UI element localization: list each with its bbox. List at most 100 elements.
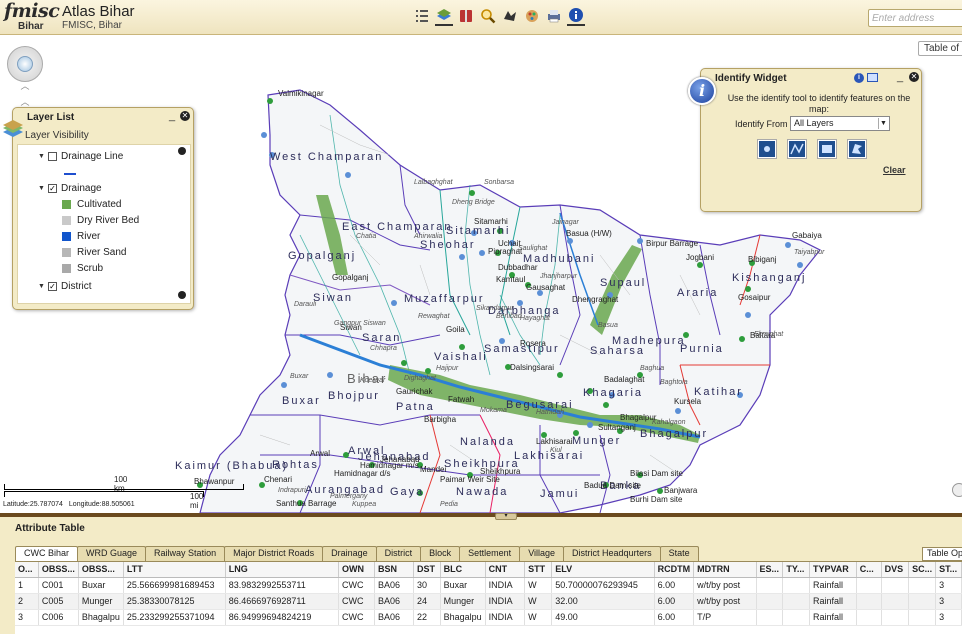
layer-visibility-label: Layer Visibility [25, 130, 89, 141]
table-cell: 30 [413, 577, 441, 594]
chevron-up-icon[interactable]: ︿ [17, 98, 33, 107]
polyline-tool-icon[interactable] [787, 139, 807, 159]
column-header[interactable]: ES... [756, 562, 784, 578]
layer-list-scrollbar[interactable] [178, 147, 186, 299]
point-tool-icon[interactable] [757, 139, 777, 159]
legend-swatch [62, 248, 71, 257]
overview-toggle-icon[interactable] [952, 483, 962, 497]
chevron-up-icon[interactable]: ︿ [17, 82, 33, 91]
close-icon[interactable]: ✕ [180, 111, 190, 121]
table-options-button[interactable]: Table Opt [922, 547, 962, 561]
column-header[interactable]: TYPVAR [809, 562, 857, 578]
layer-checkbox[interactable]: ✓ [48, 184, 57, 193]
tab-state[interactable]: State [659, 546, 699, 561]
table-cell [881, 577, 910, 594]
info-icon[interactable]: i [854, 73, 864, 83]
layer-tree: ▼ Drainage Line ▼ ✓ Drainage Cultivated … [17, 144, 191, 304]
polygon-tool-icon[interactable] [847, 139, 867, 159]
layer-row-drainage[interactable]: ▼ ✓ Drainage [38, 183, 102, 194]
scroll-up-icon[interactable] [178, 147, 186, 155]
table-cell: CWC [338, 593, 375, 610]
info-icon[interactable] [567, 6, 585, 26]
expand-arrow-icon[interactable]: ▼ [38, 283, 48, 290]
scroll-down-icon[interactable] [178, 291, 186, 299]
table-cell: 3 [935, 609, 962, 626]
legend-item: Scrub [62, 263, 103, 274]
expand-arrow-icon[interactable]: ▼ [38, 185, 48, 192]
column-header[interactable]: OBSS... [38, 562, 79, 578]
table-cell: 25.38330078125 [123, 593, 226, 610]
tab-cwc-bihar[interactable]: CWC Bihar [15, 546, 79, 561]
column-header[interactable]: RCDTM [654, 562, 695, 578]
collapse-handle-icon[interactable]: ▾ [495, 513, 517, 520]
chevron-down-icon[interactable]: ▼ [878, 118, 888, 129]
minimize-icon[interactable]: _ [169, 110, 175, 122]
legend-swatch [62, 264, 71, 273]
bookmark-icon[interactable] [457, 6, 475, 26]
column-header[interactable]: CNT [485, 562, 526, 578]
identify-from-select[interactable]: All Layers ▼ [790, 116, 890, 131]
tab-wrd-guage[interactable]: WRD Guage [77, 546, 147, 561]
table-row[interactable]: 3 C006 Bhagalpu 25.233299255371094 86.949996… [15, 609, 962, 626]
table-cell [856, 577, 882, 594]
table-cell [782, 593, 810, 610]
column-header[interactable]: LTT [123, 562, 226, 578]
pan-control[interactable] [7, 46, 43, 82]
table-cell: 22 [413, 609, 441, 626]
table-cell: Munger [440, 593, 486, 610]
column-header[interactable]: ST... [935, 562, 962, 578]
tab-drainage[interactable]: Drainage [322, 546, 377, 561]
measure-icon[interactable] [501, 6, 519, 26]
attribute-table-title: Attribute Table [15, 523, 85, 534]
layer-name: District [61, 281, 92, 292]
column-header[interactable]: C... [856, 562, 882, 578]
print-icon[interactable] [523, 6, 541, 26]
expand-arrow-icon[interactable]: ▼ [38, 153, 48, 160]
tab-settlement[interactable]: Settlement [459, 546, 521, 561]
layer-checkbox[interactable] [48, 152, 57, 161]
tab-district[interactable]: District [375, 546, 422, 561]
column-header[interactable]: ELV [551, 562, 655, 578]
column-header[interactable]: OBSS... [78, 562, 124, 578]
column-header[interactable]: O... [15, 562, 39, 578]
layer-row-district[interactable]: ▼ ✓ District [38, 281, 92, 292]
tab-district-headqurters[interactable]: District Headqurters [563, 546, 661, 561]
column-header[interactable]: SC... [908, 562, 937, 578]
tab-railway-station[interactable]: Railway Station [145, 546, 226, 561]
column-header[interactable]: STT [524, 562, 553, 578]
attribute-table-tabs: CWC Bihar WRD Guage Railway Station Major D… [15, 546, 699, 561]
tab-village[interactable]: Village [519, 546, 565, 561]
tab-block[interactable]: Block [420, 546, 461, 561]
layer-row-drainage-line[interactable]: ▼ Drainage Line [38, 151, 123, 162]
table-row[interactable]: 2 C005 Munger 25.38330078125 86.466697692871… [15, 593, 962, 610]
minimize-icon[interactable]: _ [897, 71, 903, 83]
pan-center-icon[interactable] [17, 56, 33, 72]
app-title: Atlas Bihar [62, 3, 135, 20]
table-cell [908, 577, 937, 594]
draw-icon[interactable] [545, 6, 563, 26]
rectangle-tool-icon[interactable] [817, 139, 837, 159]
table-row[interactable]: 1 C001 Buxar 25.566699981689453 83.983299255… [15, 577, 962, 594]
column-header[interactable]: BLC [440, 562, 486, 578]
column-header[interactable]: TY... [782, 562, 810, 578]
tab-major-district-roads[interactable]: Major District Roads [224, 546, 324, 561]
table-cell: w/t/by post [693, 577, 757, 594]
column-header[interactable]: DST [413, 562, 441, 578]
table-of-contents-button[interactable]: Table of C [918, 41, 962, 56]
close-icon[interactable]: ✕ [909, 72, 919, 82]
address-search-input[interactable] [868, 9, 962, 27]
basemap-icon[interactable] [435, 6, 453, 26]
layer-checkbox[interactable]: ✓ [48, 282, 57, 291]
column-header[interactable]: DVS [881, 562, 910, 578]
column-header[interactable]: BSN [374, 562, 415, 578]
column-header[interactable]: OWN [338, 562, 375, 578]
column-header[interactable]: MDTRN [693, 562, 757, 578]
table-cell: Munger [78, 593, 124, 610]
clear-link[interactable]: Clear [883, 165, 906, 175]
legend-label: River [77, 231, 101, 242]
list-icon[interactable] [413, 6, 431, 26]
column-header[interactable]: LNG [225, 562, 339, 578]
legend-item: Dry River Bed [62, 215, 139, 226]
search-icon[interactable] [479, 6, 497, 26]
table-icon[interactable] [867, 73, 878, 82]
